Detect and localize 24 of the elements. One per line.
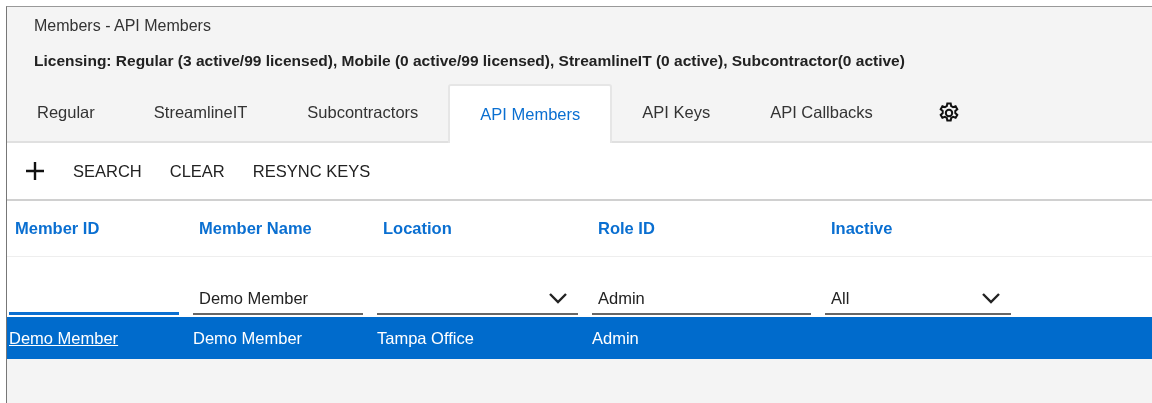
toolbar-button[interactable]: RESYNC KEYS <box>252 161 371 181</box>
table-cell: Admin <box>592 328 639 347</box>
column-header[interactable]: Member Name <box>199 219 312 237</box>
chevron-down-icon <box>548 292 568 304</box>
tab[interactable]: API Members <box>448 84 613 143</box>
toolbar-button[interactable]: SEARCH <box>73 161 142 181</box>
tab[interactable]: Subcontractors <box>277 84 449 141</box>
member-link[interactable]: Demo Member <box>9 328 119 347</box>
add-icon[interactable] <box>25 161 45 181</box>
table-cell: Tampa Office <box>377 328 474 347</box>
table-cell: Demo Member <box>193 328 303 347</box>
tab[interactable]: API Callbacks <box>740 84 903 141</box>
table-row[interactable]: Demo Member Demo Member Tampa Office Admin <box>7 317 1152 359</box>
page-title: Members - API Members <box>34 17 212 35</box>
tab[interactable]: StreamlineIT <box>123 84 278 141</box>
toolbar-button[interactable]: CLEAR <box>169 161 225 181</box>
column-header[interactable]: Role ID <box>598 219 655 237</box>
chevron-down-icon <box>981 292 1001 304</box>
column-header[interactable]: Inactive <box>831 219 893 237</box>
tab[interactable]: API Keys <box>612 84 741 141</box>
licensing-summary: Licensing: Regular (3 active/99 licensed), Mobile (0 active/99 licensed), StreamlineIT (0 active), Subcontractor(0 active) <box>34 52 906 70</box>
tab[interactable]: Regular <box>7 84 124 141</box>
column-header[interactable]: Member ID <box>15 219 100 237</box>
column-header[interactable]: Location <box>383 219 452 237</box>
